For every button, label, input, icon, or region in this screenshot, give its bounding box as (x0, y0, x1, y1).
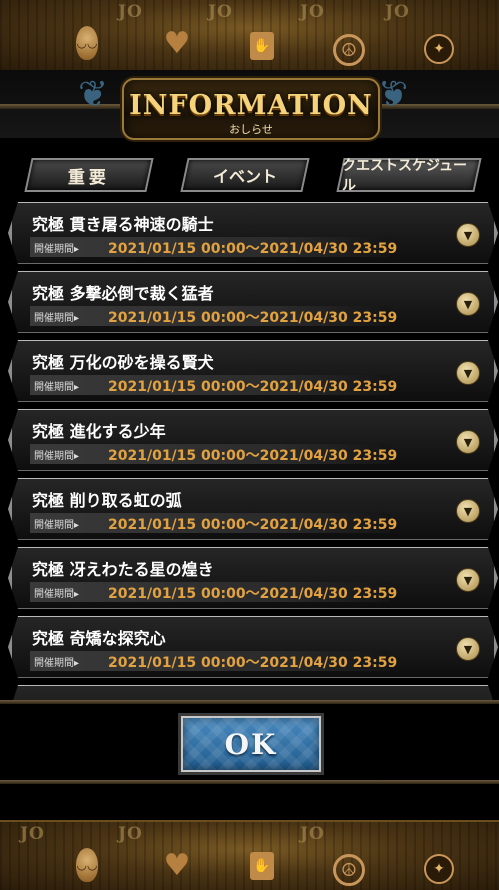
list-item[interactable]: 究極 進化する少年 開催期間▸ 2021/01/15 00:00〜2021/04… (8, 409, 498, 471)
tab-label: クエストスケジュール (342, 158, 468, 194)
heart-emblem-icon: ♥ (163, 847, 191, 883)
paw-emblem-icon: ✦ (424, 854, 454, 884)
list-item[interactable]: 究極 削り取る虹の弧 開催期間▸ 2021/01/15 00:00〜2021/0… (8, 478, 498, 540)
list-item[interactable]: 究極 貫き屠る神速の騎士 開催期間▸ 2021/01/15 00:00〜2021… (8, 202, 498, 264)
period-bar: 開催期間▸ 2021/01/15 00:00〜2021/04/30 23:59 (30, 582, 390, 602)
tab-event[interactable]: イベント (180, 158, 310, 192)
period-dates: 2021/01/15 00:00〜2021/04/30 23:59 (108, 655, 398, 671)
item-title: 究極 進化する少年 (32, 422, 166, 441)
jo-logo-text: JO (20, 824, 45, 844)
period-label: 開催期間▸ (34, 451, 80, 462)
page-subtitle: おしらせ (229, 123, 273, 136)
period-bar: 開催期間▸ 2021/01/15 00:00〜2021/04/30 23:59 (30, 444, 390, 464)
stone-mask-icon: ◡◡ (76, 26, 98, 60)
period-label: 開催期間▸ (34, 244, 80, 255)
hand-emblem-icon: ✋ (250, 852, 274, 880)
period-dates: 2021/01/15 00:00〜2021/04/30 23:59 (108, 517, 398, 533)
ok-button-label: OK (224, 727, 278, 761)
period-label: 開催期間▸ (34, 313, 80, 324)
period-label: 開催期間▸ (34, 520, 80, 531)
peace-symbol-icon: ☮ (333, 854, 365, 886)
tab-quest-schedule[interactable]: クエストスケジュール (336, 158, 482, 194)
stone-mask-icon: ◡◡ (76, 848, 98, 882)
expand-chevron-icon[interactable]: ▼ (456, 361, 480, 385)
list-item[interactable]: 究極 万化の砂を操る賢犬 開催期間▸ 2021/01/15 00:00〜2021… (8, 340, 498, 402)
left-flourish-icon: ❦ (78, 74, 109, 115)
bottom-rail (0, 780, 499, 784)
item-title: 究極 冴えわたる星の煌き (32, 560, 214, 579)
period-bar: 開催期間▸ 2021/01/15 00:00〜2021/04/30 23:59 (30, 513, 390, 533)
bottom-rail (0, 700, 499, 704)
period-label: 開催期間▸ (34, 658, 80, 669)
expand-chevron-icon[interactable]: ▼ (456, 568, 480, 592)
expand-chevron-icon[interactable]: ▼ (456, 499, 480, 523)
info-list[interactable]: 究極 貫き屠る神速の騎士 開催期間▸ 2021/01/15 00:00〜2021… (0, 198, 499, 700)
list-item[interactable]: 究極 冴えわたる星の煌き 開催期間▸ 2021/01/15 00:00〜2021… (8, 547, 498, 609)
peace-symbol-icon: ☮ (333, 34, 365, 66)
list-item[interactable]: 究極 奇矯な探究心 開催期間▸ 2021/01/15 00:00〜2021/04… (8, 616, 498, 678)
item-title: 究極 奇矯な探究心 (32, 629, 166, 648)
tab-row: 重要 イベント クエストスケジュール (0, 158, 499, 194)
ok-button[interactable]: OK (181, 716, 321, 772)
expand-chevron-icon[interactable]: ▼ (456, 430, 480, 454)
expand-chevron-icon[interactable]: ▼ (456, 223, 480, 247)
page-title: INFORMATION (129, 90, 373, 121)
item-title: 究極 万化の砂を操る賢犬 (32, 353, 214, 372)
tab-label: イベント (212, 167, 277, 186)
item-title: 究極 多撃必倒で裁く猛者 (32, 284, 214, 303)
period-label: 開催期間▸ (34, 382, 80, 393)
period-dates: 2021/01/15 00:00〜2021/04/30 23:59 (108, 379, 398, 395)
jo-logo-text: JO (300, 2, 325, 22)
jo-logo-text: JO (385, 2, 410, 22)
jo-logo-text: JO (118, 824, 143, 844)
jo-logo-text: JO (118, 2, 143, 22)
title-plate: INFORMATION おしらせ (122, 78, 380, 140)
jo-logo-text: JO (300, 824, 325, 844)
period-bar: 開催期間▸ 2021/01/15 00:00〜2021/04/30 23:59 (30, 375, 390, 395)
period-dates: 2021/01/15 00:00〜2021/04/30 23:59 (108, 448, 398, 464)
period-label: 開催期間▸ (34, 589, 80, 600)
tab-important[interactable]: 重要 (24, 158, 154, 192)
list-item-partial[interactable] (8, 685, 498, 700)
heart-emblem-icon: ♥ (163, 25, 191, 61)
item-title: 究極 削り取る虹の弧 (32, 491, 182, 510)
period-bar: 開催期間▸ 2021/01/15 00:00〜2021/04/30 23:59 (30, 237, 390, 257)
bottom-decorative-band: JO JO JO ◡◡ ♥ ✋ ☮ ✦ (0, 820, 499, 890)
top-decorative-band: JO JO JO JO ◡◡ ♥ ✋ ☮ ✦ (0, 0, 499, 72)
right-flourish-icon: ❦ (378, 74, 409, 115)
period-dates: 2021/01/15 00:00〜2021/04/30 23:59 (108, 310, 398, 326)
period-bar: 開催期間▸ 2021/01/15 00:00〜2021/04/30 23:59 (30, 651, 390, 671)
tab-label: 重要 (68, 167, 110, 188)
jo-logo-text: JO (208, 2, 233, 22)
item-title: 究極 貫き屠る神速の騎士 (32, 215, 214, 234)
hand-emblem-icon: ✋ (250, 32, 274, 60)
expand-chevron-icon[interactable]: ▼ (456, 637, 480, 661)
list-item[interactable]: 究極 多撃必倒で裁く猛者 開催期間▸ 2021/01/15 00:00〜2021… (8, 271, 498, 333)
period-dates: 2021/01/15 00:00〜2021/04/30 23:59 (108, 241, 398, 257)
period-dates: 2021/01/15 00:00〜2021/04/30 23:59 (108, 586, 398, 602)
expand-chevron-icon[interactable]: ▼ (456, 292, 480, 316)
paw-emblem-icon: ✦ (424, 34, 454, 64)
period-bar: 開催期間▸ 2021/01/15 00:00〜2021/04/30 23:59 (30, 306, 390, 326)
